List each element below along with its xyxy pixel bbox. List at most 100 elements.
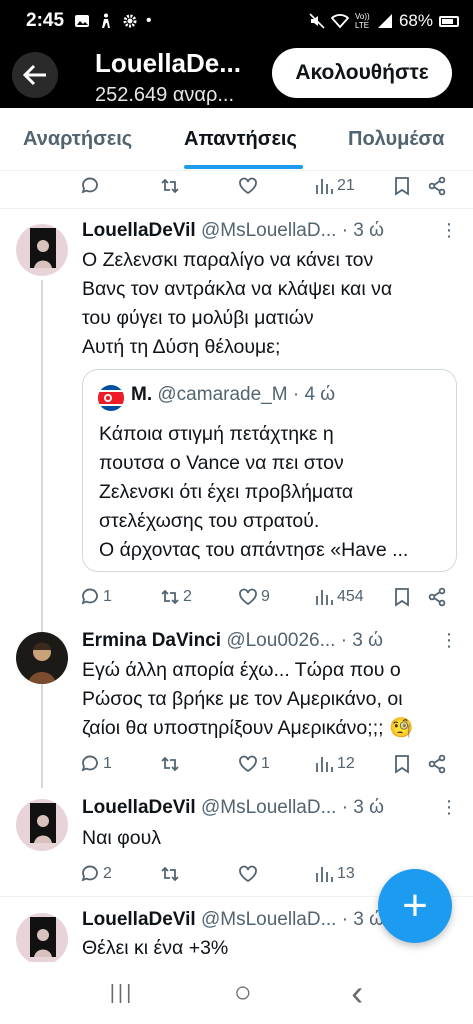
like-button[interactable] (238, 176, 258, 196)
back-button[interactable] (12, 52, 58, 98)
tweet-author-handle[interactable]: @MsLouellaD... (201, 797, 336, 818)
tweet-time: · 3 ώ (340, 630, 383, 651)
reply-button[interactable]: 1 (80, 754, 112, 774)
tweet-header: LouellaDeVil @MsLouellaD... · 3 ώ (82, 220, 384, 242)
avatar[interactable] (16, 799, 68, 851)
bookmark-icon (395, 755, 409, 774)
tweet-actions: 1 2 9 454 (80, 584, 450, 610)
tweet-author-handle[interactable]: @Lou0026... (226, 630, 335, 651)
avatar-ermina-davinci-icon (16, 632, 68, 684)
bookmark-icon (395, 588, 409, 607)
avatar[interactable] (16, 224, 68, 276)
bookmark-button[interactable] (392, 754, 412, 774)
tweet-actions: 1 1 12 (80, 751, 450, 777)
repost-count: 2 (183, 588, 192, 605)
reply-button[interactable] (80, 176, 100, 196)
more-options-button[interactable]: ⋮ (440, 630, 458, 651)
avatar[interactable] (16, 913, 68, 965)
system-nav-bar: ||| ○ ‹ (0, 962, 473, 1024)
reply-count: 1 (103, 588, 112, 605)
repost-button[interactable] (160, 754, 180, 774)
repost-icon (161, 756, 179, 772)
tweet-author-name[interactable]: LouellaDeVil (82, 909, 196, 930)
tweet-text-line: του φύγει το μολύβι ματιών (82, 307, 314, 329)
repost-icon (161, 589, 179, 605)
wifi-icon (330, 14, 349, 29)
arrow-left-icon (22, 64, 46, 86)
heart-icon (239, 177, 257, 195)
more-options-button[interactable]: ⋮ (440, 797, 458, 818)
repost-button[interactable] (160, 176, 180, 196)
avatar[interactable] (16, 632, 68, 684)
views-button[interactable]: 12 (314, 754, 355, 774)
thread-line (41, 280, 43, 788)
tab-posts[interactable]: Αναρτήσεις (23, 128, 132, 151)
reply-button[interactable]: 1 (80, 587, 112, 607)
quote-text-line: πουτσα ο Vance να πει στον (99, 452, 344, 474)
north-korea-flag-icon (98, 385, 124, 411)
volte-icon: Vo)) LTE (354, 12, 370, 30)
avatar-louelladevil-icon (16, 913, 68, 965)
tab-replies[interactable]: Απαντήσεις (184, 128, 297, 151)
views-count: 13 (337, 865, 355, 882)
gear-icon (123, 14, 137, 28)
share-button[interactable] (427, 754, 447, 774)
quoted-tweet[interactable]: M. @camarade_M · 4 ώ Κάποια στιγμή πετάχ… (82, 369, 457, 572)
reply-icon (81, 755, 98, 772)
active-tab-indicator (184, 165, 303, 169)
views-button[interactable]: 13 (314, 864, 355, 884)
recent-apps-button[interactable]: ||| (110, 982, 135, 1005)
share-icon (428, 587, 446, 607)
like-button[interactable] (238, 864, 258, 884)
share-icon (428, 176, 446, 196)
quote-author-name: M. (131, 384, 153, 405)
follow-button[interactable]: Ακολουθήστε (272, 48, 452, 98)
status-bar: 2:45 • Vo)) LTE 68% (0, 0, 473, 42)
gallery-icon (75, 15, 90, 27)
compose-button[interactable]: + (378, 869, 452, 943)
views-icon (316, 757, 333, 772)
tweet-text-line: Ο Ζελενσκι παραλίγο να κάνει τον (82, 249, 374, 271)
tweet-author-handle[interactable]: @MsLouellaD... (201, 909, 336, 930)
profile-header: LouellaDe... 252.649 αναρ... Ακολουθήστε (0, 42, 473, 108)
quote-text-line: Ζελενσκι ότι έχει προβλήματα (99, 481, 354, 503)
more-options-button[interactable]: ⋮ (440, 220, 458, 241)
back-nav-button[interactable]: ‹ (351, 972, 363, 1014)
share-button[interactable] (427, 587, 447, 607)
tab-media[interactable]: Πολυμέσα (348, 128, 444, 151)
reply-button[interactable]: 2 (80, 864, 112, 884)
tweet-text-line: Βανς τον αντράκλα να κλάψει και να (82, 278, 393, 300)
tweet-text-line: ζαίοι θα υποστηρίξουν Αμερικάνο;;; 🧐 (82, 717, 414, 739)
like-button[interactable]: 9 (238, 587, 270, 607)
quote-text-line: Κάποια στιγμή πετάχτηκε η (99, 423, 334, 445)
reply-icon (81, 177, 98, 194)
bookmark-button[interactable] (392, 587, 412, 607)
repost-button[interactable]: 2 (160, 587, 192, 607)
like-button[interactable]: 1 (238, 754, 270, 774)
signal-icon (377, 14, 392, 28)
avatar-louelladevil-icon (16, 799, 68, 851)
status-time: 2:45 (26, 10, 65, 31)
views-button[interactable]: 454 (314, 587, 364, 607)
dot-icon: • (146, 12, 152, 29)
views-count: 454 (337, 588, 364, 605)
status-left-icons: • (74, 12, 152, 30)
tweet-text-line: Αυτή τη Δύση θέλουμε; (82, 336, 281, 358)
share-button[interactable] (427, 176, 447, 196)
tweet-author-name[interactable]: LouellaDeVil (82, 220, 196, 241)
tweet-author-handle[interactable]: @MsLouellaD... (201, 220, 336, 241)
tweet-author-name[interactable]: LouellaDeVil (82, 797, 196, 818)
views-count: 21 (337, 177, 355, 194)
repost-button[interactable] (160, 864, 180, 884)
tweet-actions: 21 (80, 173, 450, 199)
reply-count: 1 (103, 755, 112, 772)
reply-icon (81, 588, 98, 605)
home-button[interactable]: ○ (234, 976, 252, 1010)
tweet-header: LouellaDeVil @MsLouellaD... · 3 ώ (82, 909, 384, 931)
tweet-text-line: Ναι φουλ (82, 827, 162, 849)
tweet-author-name[interactable]: Ermina DaVinci (82, 630, 221, 651)
views-button[interactable]: 21 (314, 176, 355, 196)
heart-icon (239, 755, 257, 773)
tweet-header: Ermina DaVinci @Lou0026... · 3 ώ (82, 630, 383, 652)
bookmark-button[interactable] (392, 176, 412, 196)
